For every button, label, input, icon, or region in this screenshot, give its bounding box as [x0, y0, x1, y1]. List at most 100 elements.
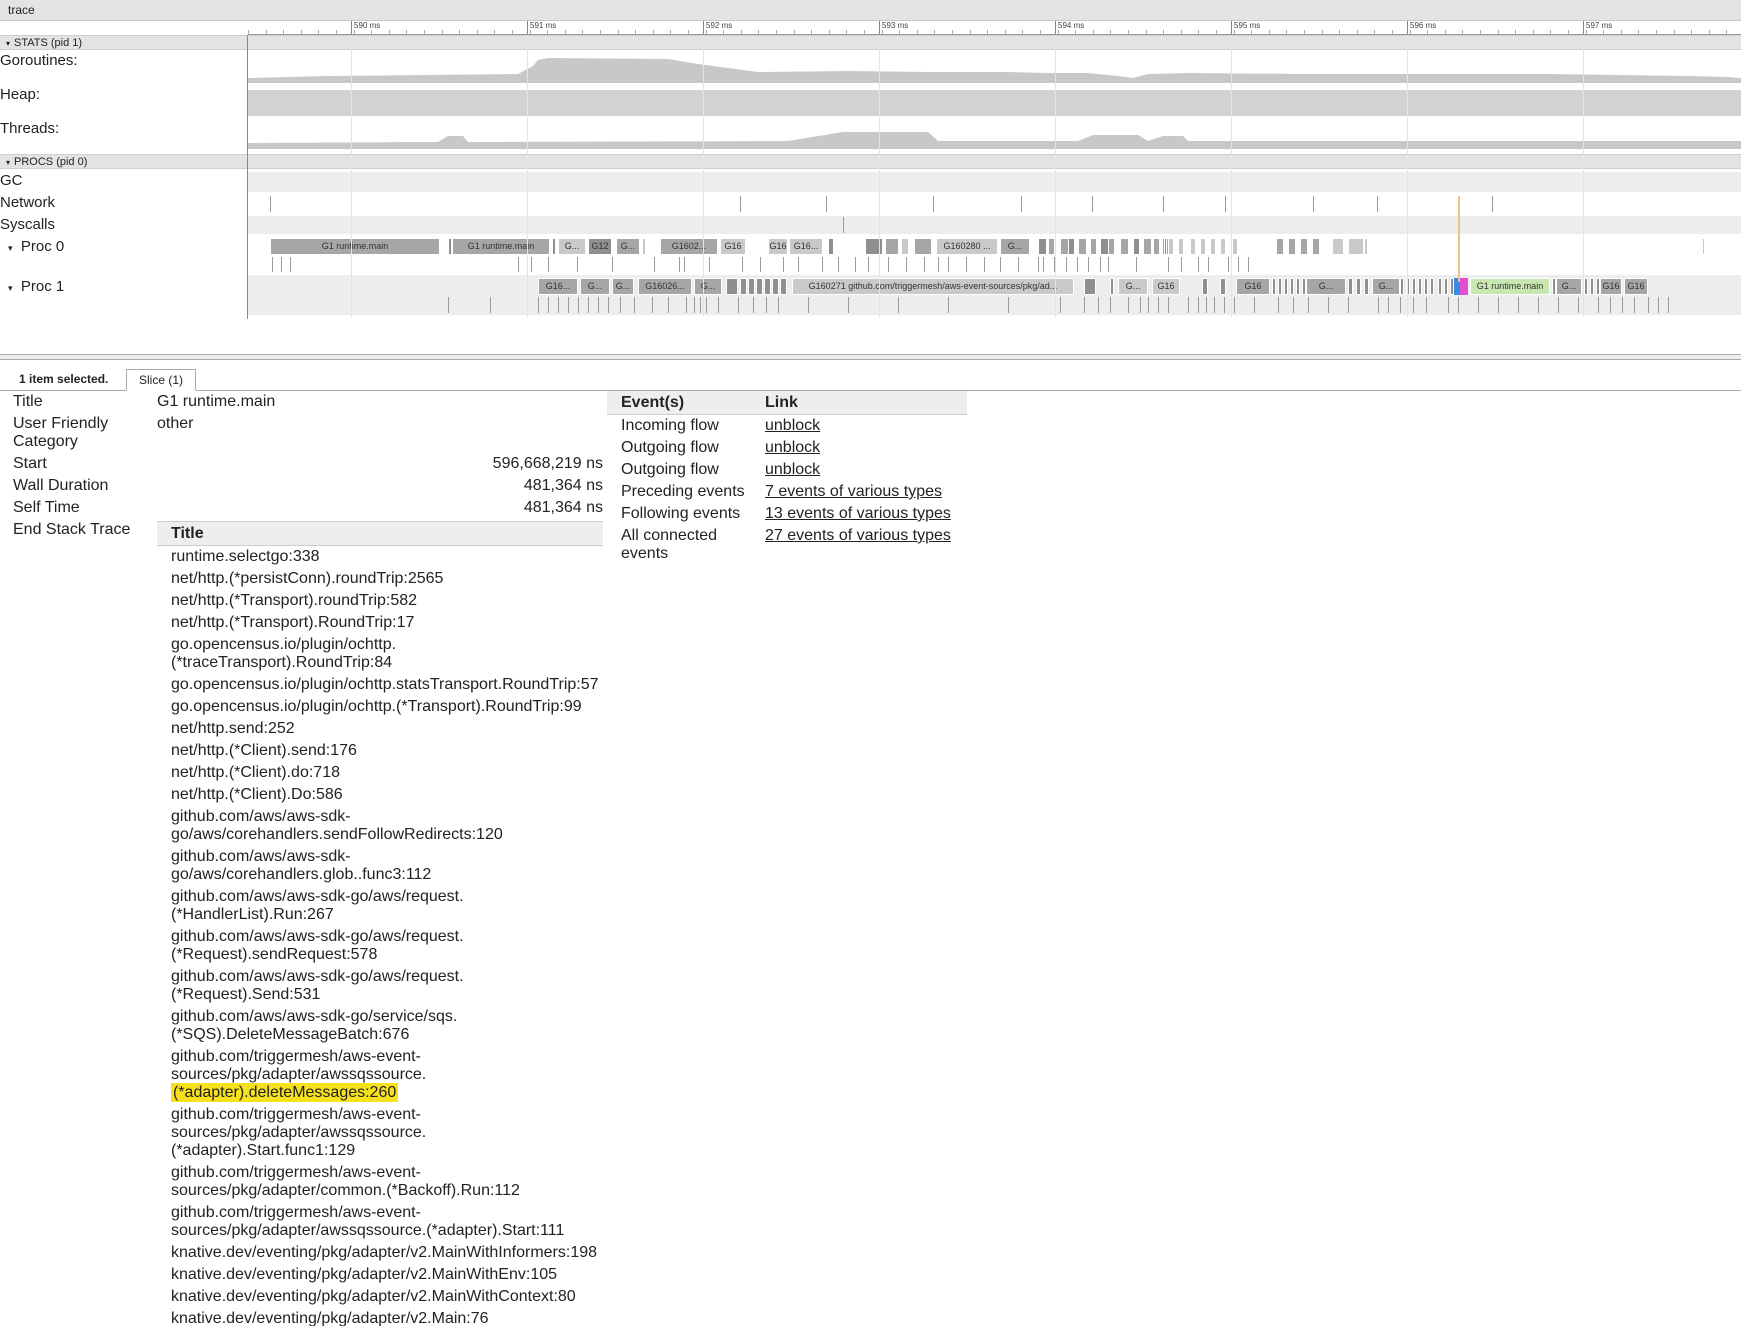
goroutine-slice[interactable] [1153, 238, 1160, 255]
goroutine-slice[interactable] [1590, 278, 1594, 295]
goroutine-slice[interactable] [764, 278, 771, 295]
event-link[interactable]: 27 events of various types [765, 527, 951, 545]
event-tick[interactable] [984, 257, 985, 272]
track-area[interactable]: G1 runtime.main G1 runtime.main G... G12 G..… [248, 0, 1741, 320]
goroutine-slice[interactable] [865, 238, 883, 255]
event-tick[interactable] [578, 297, 579, 313]
event-tick[interactable] [1610, 297, 1611, 313]
event-tick[interactable] [1140, 297, 1141, 313]
event-tick[interactable] [1208, 257, 1209, 272]
event-tick[interactable] [634, 297, 635, 313]
goroutine-slice[interactable] [1190, 238, 1196, 255]
goroutine-slice[interactable] [1200, 238, 1206, 255]
event-tick[interactable] [1181, 257, 1182, 272]
event-tick[interactable] [538, 297, 539, 313]
goroutine-slice[interactable]: G... [1000, 238, 1030, 255]
event-tick[interactable] [290, 257, 291, 272]
goroutine-slice[interactable] [1356, 278, 1361, 295]
goroutine-slice[interactable] [1220, 278, 1226, 295]
event-tick[interactable] [838, 257, 839, 272]
goroutine-slice[interactable]: G160271 github.com/triggermesh/aws-event… [792, 278, 1074, 295]
event-tick[interactable] [1188, 297, 1189, 313]
goroutine-slice[interactable] [828, 238, 834, 255]
collapse-triangle-icon[interactable]: ▾ [6, 39, 10, 48]
goroutine-slice[interactable] [1068, 238, 1075, 255]
goroutine-slice[interactable]: G16... [789, 238, 823, 255]
event-tick[interactable] [598, 297, 599, 313]
goroutine-slice[interactable] [1438, 278, 1442, 295]
goroutine-slice[interactable]: G1 runtime.main [1470, 278, 1550, 295]
goroutine-slice[interactable]: G... [1556, 278, 1582, 295]
goroutine-slice[interactable] [1300, 238, 1308, 255]
event-tick[interactable] [668, 297, 669, 313]
event-tick[interactable] [898, 297, 899, 313]
event-tick[interactable] [1378, 297, 1379, 313]
proc0-label[interactable]: ▾ Proc 0 [8, 238, 256, 255]
event-tick[interactable] [270, 196, 271, 212]
goroutine-slice[interactable] [1702, 238, 1705, 255]
goroutine-slice[interactable] [1202, 278, 1208, 295]
panel-resize-handle[interactable] [0, 354, 1741, 360]
event-tick[interactable] [1214, 297, 1215, 313]
event-tick[interactable] [1377, 196, 1378, 212]
event-tick[interactable] [1018, 257, 1019, 272]
event-tick[interactable] [518, 257, 519, 272]
event-tick[interactable] [1168, 297, 1169, 313]
goroutine-slice[interactable] [1210, 238, 1216, 255]
event-link[interactable]: unblock [765, 439, 820, 457]
goroutine-slice[interactable]: G16 [1600, 278, 1622, 295]
event-tick[interactable] [855, 257, 856, 272]
goroutine-slice[interactable] [1143, 238, 1152, 255]
goroutine-slice[interactable]: G... [612, 278, 634, 295]
event-tick[interactable] [753, 297, 754, 313]
goroutine-slice[interactable]: G16 [1152, 278, 1180, 295]
goroutine-slice[interactable] [1232, 238, 1238, 255]
event-tick[interactable] [1658, 297, 1659, 313]
event-tick[interactable] [843, 217, 844, 233]
event-tick[interactable] [1254, 297, 1255, 313]
goroutine-slice[interactable] [1090, 238, 1097, 255]
event-tick[interactable] [1413, 297, 1414, 313]
goroutine-slice[interactable]: G16... [538, 278, 578, 295]
event-tick[interactable] [742, 257, 743, 272]
event-tick[interactable] [868, 257, 869, 272]
event-tick[interactable] [1066, 257, 1067, 272]
event-tick[interactable] [906, 257, 907, 272]
event-tick[interactable] [1634, 297, 1635, 313]
event-tick[interactable] [924, 257, 925, 272]
event-tick[interactable] [654, 257, 655, 272]
event-tick[interactable] [1163, 196, 1164, 212]
goroutine-slice[interactable] [1276, 238, 1284, 255]
goroutine-slice[interactable] [1048, 238, 1055, 255]
event-tick[interactable] [1348, 297, 1349, 313]
goroutine-slice[interactable]: G... [558, 238, 586, 255]
goroutine-slice[interactable]: G1 runtime.main [270, 238, 440, 255]
goroutine-slice[interactable]: G... [1306, 278, 1346, 295]
event-tick[interactable] [1128, 297, 1129, 313]
goroutine-slice[interactable] [1348, 278, 1353, 295]
event-tick[interactable] [1228, 257, 1229, 272]
event-tick[interactable] [694, 297, 695, 313]
goroutine-slice[interactable]: G16 [768, 238, 788, 255]
event-tick[interactable] [766, 297, 767, 313]
event-tick[interactable] [822, 257, 823, 272]
event-tick[interactable] [1308, 297, 1309, 313]
goroutine-slice[interactable] [1364, 238, 1368, 255]
event-tick[interactable] [1400, 297, 1401, 313]
collapse-triangle-icon[interactable]: ▾ [6, 158, 10, 167]
goroutine-slice[interactable] [1424, 278, 1428, 295]
event-tick[interactable] [1598, 297, 1599, 313]
goroutine-slice[interactable] [1120, 238, 1129, 255]
syscalls-track[interactable] [248, 216, 1741, 234]
goroutine-slice[interactable]: G1602... [660, 238, 718, 255]
event-tick[interactable] [738, 297, 739, 313]
goroutine-slice[interactable] [1312, 238, 1320, 255]
event-link[interactable]: unblock [765, 417, 820, 435]
goroutine-slice[interactable] [1260, 238, 1262, 255]
goroutine-slice[interactable]: G... [616, 238, 640, 255]
gc-track[interactable] [248, 172, 1741, 192]
event-tick[interactable] [281, 257, 282, 272]
goroutine-slice[interactable] [1178, 238, 1184, 255]
event-tick[interactable] [826, 196, 827, 212]
goroutine-slice[interactable] [740, 278, 747, 295]
